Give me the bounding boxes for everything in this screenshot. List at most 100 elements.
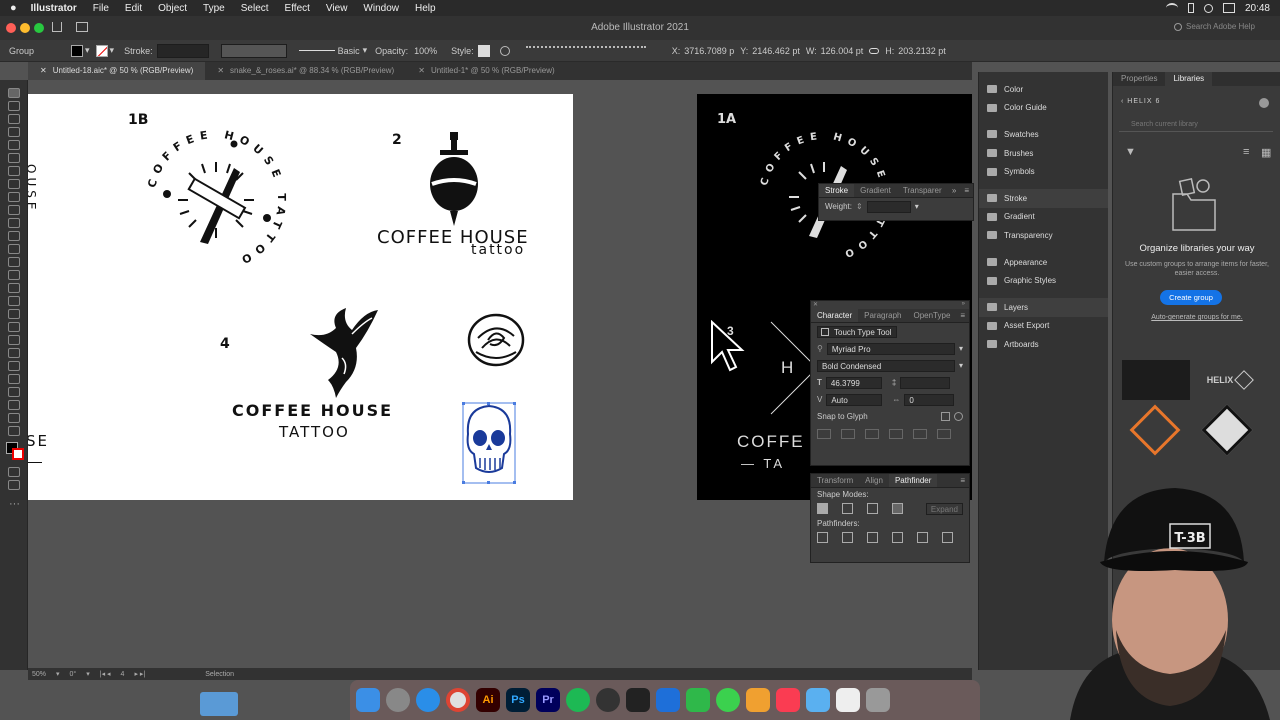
library-thumb-orange-badge[interactable] bbox=[1129, 404, 1181, 456]
final-cut-icon[interactable] bbox=[626, 688, 650, 712]
zoom-select[interactable]: 50% bbox=[32, 671, 46, 678]
tab-opentype[interactable]: OpenType bbox=[907, 309, 956, 322]
menu-view[interactable]: View bbox=[326, 3, 348, 14]
menu-type[interactable]: Type bbox=[203, 3, 225, 14]
type-tool-icon[interactable] bbox=[8, 153, 20, 163]
library-search[interactable]: Search current library bbox=[1119, 118, 1273, 132]
illustrator-icon[interactable]: Ai bbox=[476, 688, 500, 712]
bluetooth-icon[interactable] bbox=[1187, 3, 1194, 13]
rectangle-tool-icon[interactable] bbox=[8, 179, 20, 189]
font-style-select[interactable]: Bold Condensed bbox=[817, 359, 955, 372]
kerning-field[interactable]: Auto bbox=[826, 393, 883, 406]
variable-width-field[interactable] bbox=[220, 43, 287, 58]
tab-paragraph[interactable]: Paragraph bbox=[858, 309, 907, 322]
brush-label[interactable]: Basic bbox=[338, 46, 360, 56]
dock-graphic-styles[interactable]: Graphic Styles bbox=[979, 271, 1108, 290]
panel-menu-icon[interactable]: ≡ bbox=[956, 309, 969, 322]
exclude-icon[interactable] bbox=[892, 503, 903, 514]
tab-untitled-18[interactable]: ✕ Untitled-18.aic* @ 50 % (RGB/Preview) bbox=[28, 62, 206, 80]
dagger-bean-logo[interactable] bbox=[426, 132, 482, 228]
gradient-tool-icon[interactable] bbox=[8, 322, 20, 332]
panel-menu-icon[interactable]: ≡ bbox=[960, 184, 973, 197]
live-app-icon[interactable] bbox=[656, 688, 680, 712]
slice-tool-icon[interactable] bbox=[8, 400, 20, 410]
dock-brushes[interactable]: Brushes bbox=[979, 144, 1108, 163]
tab-transform[interactable]: Transform bbox=[811, 474, 859, 487]
symbol-sprayer-tool-icon[interactable] bbox=[8, 361, 20, 371]
tab-align[interactable]: Align bbox=[859, 474, 889, 487]
zoom-tool-icon[interactable] bbox=[8, 426, 20, 436]
music-icon[interactable] bbox=[776, 688, 800, 712]
chrome-icon[interactable] bbox=[446, 688, 470, 712]
stroke-weight-field[interactable] bbox=[156, 43, 209, 58]
menu-window[interactable]: Window bbox=[363, 3, 399, 14]
menu-help[interactable]: Help bbox=[415, 3, 436, 14]
artboard-tool-icon[interactable] bbox=[8, 387, 20, 397]
selection-tool-icon[interactable] bbox=[8, 88, 20, 98]
dock-symbols[interactable]: Symbols bbox=[979, 162, 1108, 181]
column-graph-tool-icon[interactable] bbox=[8, 374, 20, 384]
dock-layers[interactable]: Layers bbox=[979, 297, 1108, 317]
snap-options-icon[interactable] bbox=[941, 412, 950, 421]
dock-swatches[interactable]: Swatches bbox=[979, 125, 1108, 144]
sort-icon[interactable]: ≡ bbox=[1243, 146, 1249, 158]
spotify-icon[interactable] bbox=[566, 688, 590, 712]
expand-button[interactable]: Expand bbox=[925, 502, 963, 515]
style-swatch[interactable] bbox=[477, 44, 490, 57]
divide-icon[interactable] bbox=[817, 532, 828, 543]
library-thumb-black-badge[interactable] bbox=[1201, 404, 1253, 456]
pages-icon[interactable] bbox=[746, 688, 770, 712]
finder-icon[interactable] bbox=[356, 688, 380, 712]
unite-icon[interactable] bbox=[817, 503, 828, 514]
curvature-tool-icon[interactable] bbox=[8, 140, 20, 150]
shape-builder-tool-icon[interactable] bbox=[8, 283, 20, 293]
davinci-icon[interactable] bbox=[596, 688, 620, 712]
constrain-proportions-icon[interactable] bbox=[869, 47, 880, 54]
library-thumb-dark[interactable] bbox=[1122, 360, 1190, 400]
rotation-select[interactable]: 0° bbox=[70, 671, 77, 678]
perspective-grid-tool-icon[interactable] bbox=[8, 296, 20, 306]
fill-swatch[interactable] bbox=[71, 44, 83, 57]
artboard-nav-prev-icon[interactable]: |◂ ◂ bbox=[100, 670, 111, 678]
mesh-tool-icon[interactable] bbox=[8, 309, 20, 319]
magic-wand-tool-icon[interactable] bbox=[8, 114, 20, 124]
menu-file[interactable]: File bbox=[93, 3, 109, 14]
messages-icon[interactable] bbox=[716, 688, 740, 712]
font-family-dropdown-icon[interactable]: ▾ bbox=[959, 344, 963, 353]
font-style-dropdown-icon[interactable]: ▾ bbox=[959, 361, 963, 370]
control-center-icon[interactable] bbox=[1222, 3, 1235, 13]
font-family-select[interactable]: Myriad Pro bbox=[826, 342, 955, 355]
dock-asset-export[interactable]: Asset Export bbox=[979, 317, 1108, 336]
dock-color-guide[interactable]: Color Guide bbox=[979, 99, 1108, 118]
menubar-clock[interactable]: 20:48 bbox=[1245, 3, 1270, 14]
create-group-button[interactable]: Create group bbox=[1160, 290, 1222, 305]
menu-effect[interactable]: Effect bbox=[285, 3, 310, 14]
menu-object[interactable]: Object bbox=[158, 3, 187, 14]
artboard-number-field[interactable]: 4 bbox=[121, 671, 125, 678]
snap-bounds-icon[interactable] bbox=[865, 428, 879, 439]
merge-icon[interactable] bbox=[867, 532, 878, 543]
panel-collapse-icon[interactable]: » bbox=[948, 184, 960, 197]
tab-transparency[interactable]: Transparer bbox=[897, 184, 948, 197]
tab-snake-roses[interactable]: ✕ snake_&_roses.ai* @ 88.34 % (RGB/Previe… bbox=[205, 62, 406, 80]
fill-dropdown-icon[interactable]: ▾ bbox=[85, 45, 90, 56]
close-icon[interactable]: ✕ bbox=[217, 66, 224, 75]
tab-stroke[interactable]: Stroke bbox=[819, 184, 855, 197]
draw-mode-icon[interactable] bbox=[8, 467, 20, 477]
tab-properties[interactable]: Properties bbox=[1113, 72, 1165, 86]
y-field[interactable]: 2146.462 pt bbox=[752, 46, 800, 56]
artboard-nav-next-icon[interactable]: ▸ ▸| bbox=[134, 670, 145, 678]
tab-pathfinder[interactable]: Pathfinder bbox=[888, 474, 938, 487]
leading-field[interactable] bbox=[900, 376, 951, 389]
pencil-tool-icon[interactable] bbox=[8, 205, 20, 215]
library-thumb-logo[interactable]: HELIX bbox=[1193, 360, 1265, 400]
close-icon[interactable]: ✕ bbox=[40, 66, 47, 75]
filter-icon[interactable]: ▼ bbox=[1125, 146, 1136, 158]
auto-generate-link[interactable]: Auto-generate groups for me. bbox=[1119, 314, 1275, 321]
tab-untitled-1[interactable]: ✕ Untitled-1* @ 50 % (RGB/Preview) bbox=[406, 62, 566, 80]
dock-stroke[interactable]: Stroke bbox=[979, 188, 1108, 208]
close-icon[interactable]: ✕ bbox=[418, 66, 425, 75]
dock-artboards[interactable]: Artboards bbox=[979, 335, 1108, 354]
photoshop-icon[interactable]: Ps bbox=[506, 688, 530, 712]
rotate-tool-icon[interactable] bbox=[8, 231, 20, 241]
